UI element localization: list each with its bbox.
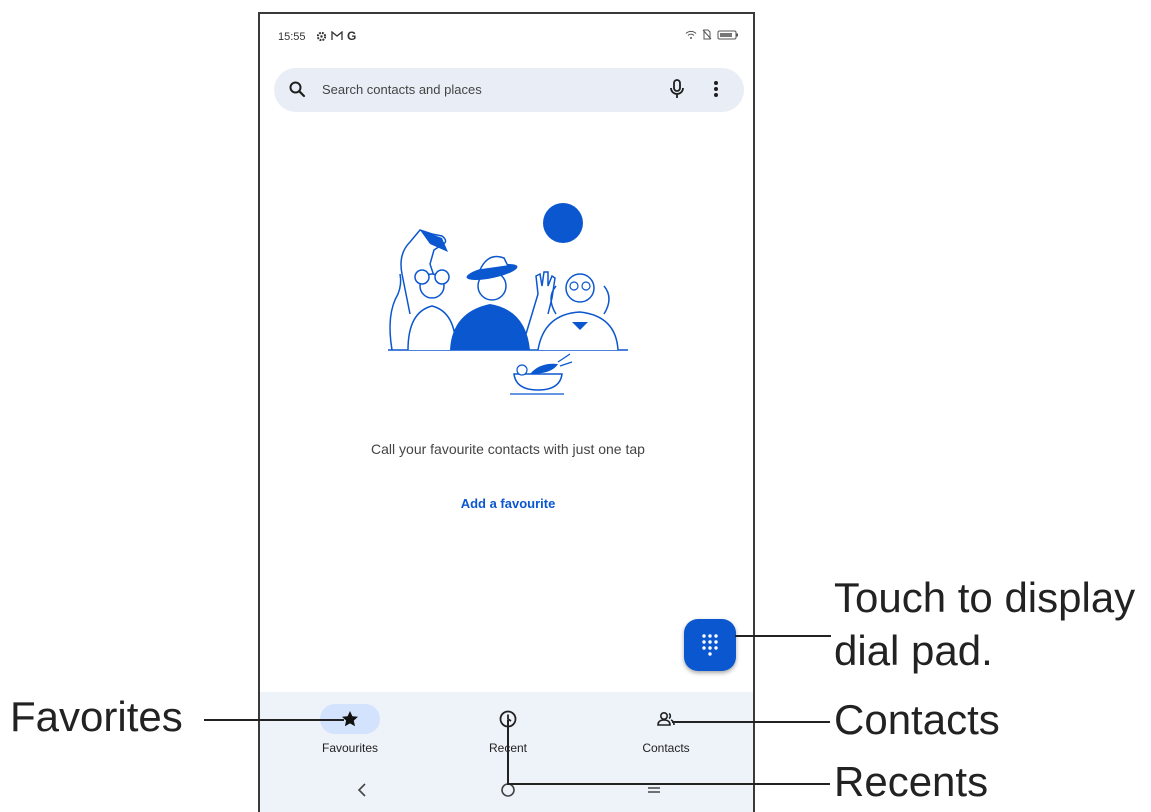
mic-icon[interactable] <box>668 79 686 99</box>
status-left-icons: G <box>316 29 356 43</box>
dialpad-icon <box>702 634 718 656</box>
more-vert-icon[interactable] <box>712 79 720 99</box>
search-bar[interactable]: Search contacts and places <box>274 68 744 112</box>
no-sim-icon <box>702 29 712 40</box>
phone-screen: 15:55 G Search contacts and places Call … <box>258 12 755 812</box>
callout-line-contacts <box>672 721 830 723</box>
nav-label-contacts: Contacts <box>642 741 690 755</box>
callout-recents: Recents <box>834 758 989 805</box>
nav-favourites[interactable]: Favourites <box>290 704 410 760</box>
callout-line-favorites <box>204 719 344 721</box>
settings-icon <box>316 31 327 41</box>
back-icon[interactable] <box>356 782 368 798</box>
callout-favorites: Favorites <box>10 693 183 740</box>
search-input[interactable]: Search contacts and places <box>322 82 482 97</box>
status-time: 15:55 <box>278 31 306 43</box>
favourites-illustration <box>388 203 628 395</box>
callout-contacts: Contacts <box>834 696 1000 743</box>
status-bar: 15:55 G <box>278 29 739 47</box>
gmail-icon <box>331 31 343 40</box>
google-icon: G <box>347 29 357 43</box>
empty-state-message: Call your favourite contacts with just o… <box>371 441 645 457</box>
add-favourite-link[interactable]: Add a favourite <box>410 496 606 511</box>
nav-contacts[interactable]: Contacts <box>606 704 726 760</box>
search-icon[interactable] <box>288 80 306 98</box>
wifi-icon <box>685 30 697 39</box>
callout-line-recents-vertical <box>507 720 509 784</box>
callout-line-recents-horizontal <box>507 783 830 785</box>
contacts-icon <box>657 711 675 726</box>
nav-label-favourites: Favourites <box>321 741 379 755</box>
dialpad-button[interactable] <box>684 619 736 671</box>
callout-line-dialpad <box>735 635 831 637</box>
status-right-icons <box>685 29 739 40</box>
callout-dialpad-line2: dial pad. <box>834 627 993 674</box>
battery-icon <box>717 30 738 39</box>
callout-dialpad-line1: Touch to display <box>834 574 1136 621</box>
